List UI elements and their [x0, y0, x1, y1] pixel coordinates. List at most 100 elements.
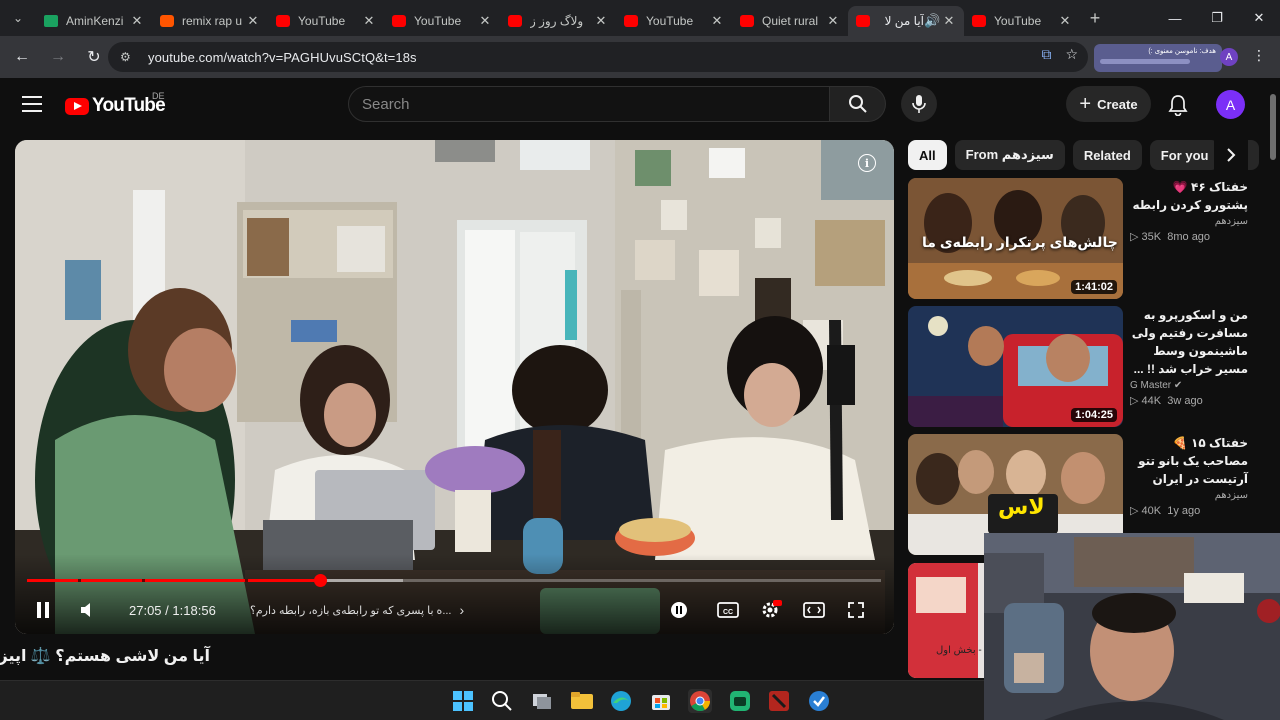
autoplay-icon: [671, 602, 687, 618]
video-stats: ▷ 44K 3w ago: [1130, 394, 1248, 407]
close-tab-icon[interactable]: ✕: [362, 13, 376, 29]
bookmark-star-icon[interactable]: ☆: [1065, 46, 1078, 63]
view-count: 35K: [1141, 231, 1162, 243]
fullscreen-button[interactable]: [847, 598, 865, 622]
settings-button[interactable]: [760, 598, 782, 622]
views-icon: ▷: [1130, 505, 1139, 517]
maximize-icon[interactable]: ❐: [1196, 0, 1238, 36]
close-tab-icon[interactable]: ✕: [594, 13, 608, 29]
duration-badge: 1:41:02: [1071, 280, 1117, 294]
chip-from-channel[interactable]: From سیزدهم: [954, 140, 1065, 170]
volume-button[interactable]: [79, 598, 97, 622]
youtube-icon: [740, 15, 754, 27]
pause-button[interactable]: [35, 598, 51, 622]
new-tab-button[interactable]: +: [1080, 8, 1110, 29]
browser-tab-active[interactable]: آیا من لا 🔊 ✕: [848, 6, 964, 36]
dota-icon[interactable]: [767, 689, 791, 713]
channel-name[interactable]: G Master ✔: [1130, 380, 1248, 391]
windows-start-icon[interactable]: [451, 689, 475, 713]
task-view-icon[interactable]: [530, 689, 554, 713]
close-tab-icon[interactable]: ✕: [246, 13, 260, 29]
views-icon: ▷: [1130, 395, 1139, 407]
search-button[interactable]: [830, 86, 886, 122]
thumbnail-overlay-text: د - بخش اول: [936, 645, 989, 656]
chapter-button[interactable]: ...ه با پسری که تو رابطه‌ی بازه، رابطه د…: [250, 598, 464, 622]
browser-profile-avatar[interactable]: A: [1220, 48, 1238, 66]
close-tab-icon[interactable]: ✕: [478, 13, 492, 29]
menu-icon[interactable]: [22, 96, 42, 117]
theater-mode-button[interactable]: [803, 598, 825, 622]
notifications-button[interactable]: [1168, 94, 1188, 121]
video-thumbnail[interactable]: چالش‌های پرتکرار رابطه‌ی ما 1:41:02: [908, 178, 1123, 299]
close-tab-icon[interactable]: ✕: [942, 13, 956, 29]
speaker-icon[interactable]: 🔊: [924, 13, 940, 29]
settings-gear-icon: [762, 600, 782, 618]
info-icon[interactable]: i: [858, 154, 876, 172]
create-button[interactable]: + Create: [1066, 86, 1151, 122]
time-display: 27:05 / 1:18:56: [129, 598, 216, 622]
chip-all[interactable]: All: [908, 140, 947, 170]
chapter-title: ...ه با پسری که تو رابطه‌ی بازه، رابطه د…: [250, 604, 452, 617]
edge-browser-icon[interactable]: [609, 689, 633, 713]
close-tab-icon[interactable]: ✕: [826, 13, 840, 29]
chrome-icon[interactable]: [688, 689, 712, 713]
browser-tab[interactable]: YouTube ✕: [268, 6, 384, 36]
account-avatar[interactable]: A: [1216, 90, 1245, 119]
tab-title: AminKenzi: [66, 14, 124, 28]
captions-button[interactable]: CC: [717, 598, 739, 622]
address-bar[interactable]: ⚙ youtube.com/watch?v=PAGHUvuSCtQ&t=18s …: [108, 42, 1088, 72]
tab-search-button[interactable]: ⌄: [0, 0, 36, 36]
chips-next-button[interactable]: [1214, 140, 1248, 170]
back-icon[interactable]: ←: [6, 41, 38, 73]
forward-icon[interactable]: →: [42, 41, 74, 73]
browser-tab[interactable]: ولاگ روز ز ✕: [500, 6, 616, 36]
tab-title: YouTube: [646, 14, 694, 28]
site-info-icon[interactable]: ⚙: [120, 50, 136, 64]
channel-name[interactable]: سیزدهم: [1130, 490, 1248, 501]
browser-tab[interactable]: AminKenzi ✕: [36, 6, 152, 36]
reload-icon[interactable]: ↻: [78, 41, 110, 73]
microsoft-store-icon[interactable]: [649, 689, 673, 713]
progress-bar[interactable]: [27, 574, 881, 587]
voice-search-button[interactable]: [901, 86, 937, 122]
browser-tab[interactable]: remix rap u ✕: [152, 6, 268, 36]
recommended-title[interactable]: خفتاک ۴۶ 💗 پشتورو کردن رابطه: [1130, 178, 1248, 214]
extension-card[interactable]: هدف: ناموسن معنوی :): [1094, 44, 1222, 72]
chip-for-you[interactable]: For you: [1149, 140, 1220, 170]
browser-tab[interactable]: YouTube ✕: [964, 6, 1080, 36]
taskbar-search-icon[interactable]: [490, 689, 514, 713]
video-thumbnail[interactable]: 1:04:25: [908, 306, 1123, 427]
url-text: youtube.com/watch?v=PAGHUvuSCtQ&t=18s: [148, 49, 417, 65]
app-icon-green[interactable]: [728, 689, 752, 713]
video-stats: ▷ 40K 1y ago: [1130, 504, 1248, 517]
recommended-video[interactable]: چالش‌های پرتکرار رابطه‌ی ما 1:41:02 خفتا…: [908, 178, 1268, 300]
youtube-icon: [276, 15, 290, 27]
recommended-title[interactable]: خفتاک ۱۵ 🍕 مصاحب یک بانو تتو آرتیست در ا…: [1130, 434, 1248, 488]
close-tab-icon[interactable]: ✕: [710, 13, 724, 29]
chip-related[interactable]: Related: [1072, 140, 1142, 170]
scrollbar-thumb[interactable]: [1270, 94, 1276, 160]
browser-menu-icon[interactable]: ⋮: [1252, 47, 1266, 64]
browser-tab[interactable]: YouTube ✕: [616, 6, 732, 36]
close-window-icon[interactable]: ✕: [1238, 0, 1280, 36]
file-explorer-icon[interactable]: [570, 689, 594, 713]
autoplay-toggle[interactable]: [670, 598, 688, 622]
browser-tab[interactable]: YouTube ✕: [384, 6, 500, 36]
close-tab-icon[interactable]: ✕: [130, 13, 144, 29]
search-icon: [848, 95, 867, 113]
browser-tab[interactable]: Quiet rural ✕: [732, 6, 848, 36]
browser-tab-strip: ⌄ AminKenzi ✕ remix rap u ✕ YouTube ✕ YouTu…: [0, 0, 1280, 36]
channel-name[interactable]: سیزدهم: [1130, 216, 1248, 227]
close-tab-icon[interactable]: ✕: [1058, 13, 1072, 29]
search-input[interactable]: Search: [348, 86, 830, 122]
chapter-marker: [142, 579, 146, 582]
recommended-title[interactable]: من و اسکورپرو به مسافرت رفتیم ولی ماشینم…: [1130, 306, 1248, 378]
recommended-video[interactable]: 1:04:25 من و اسکورپرو به مسافرت رفتیم ول…: [908, 306, 1268, 428]
install-app-icon[interactable]: ⧉: [1041, 46, 1051, 63]
scrubber-knob[interactable]: [313, 574, 327, 587]
app-icon-blue[interactable]: [807, 689, 831, 713]
minimize-icon[interactable]: —: [1154, 0, 1196, 36]
fullscreen-icon: [848, 602, 864, 618]
video-player[interactable]: i 27:05 / 1:18:56 ...ه با پسری که تو راب…: [15, 140, 894, 634]
youtube-logo[interactable]: YouTube DE: [65, 91, 166, 117]
